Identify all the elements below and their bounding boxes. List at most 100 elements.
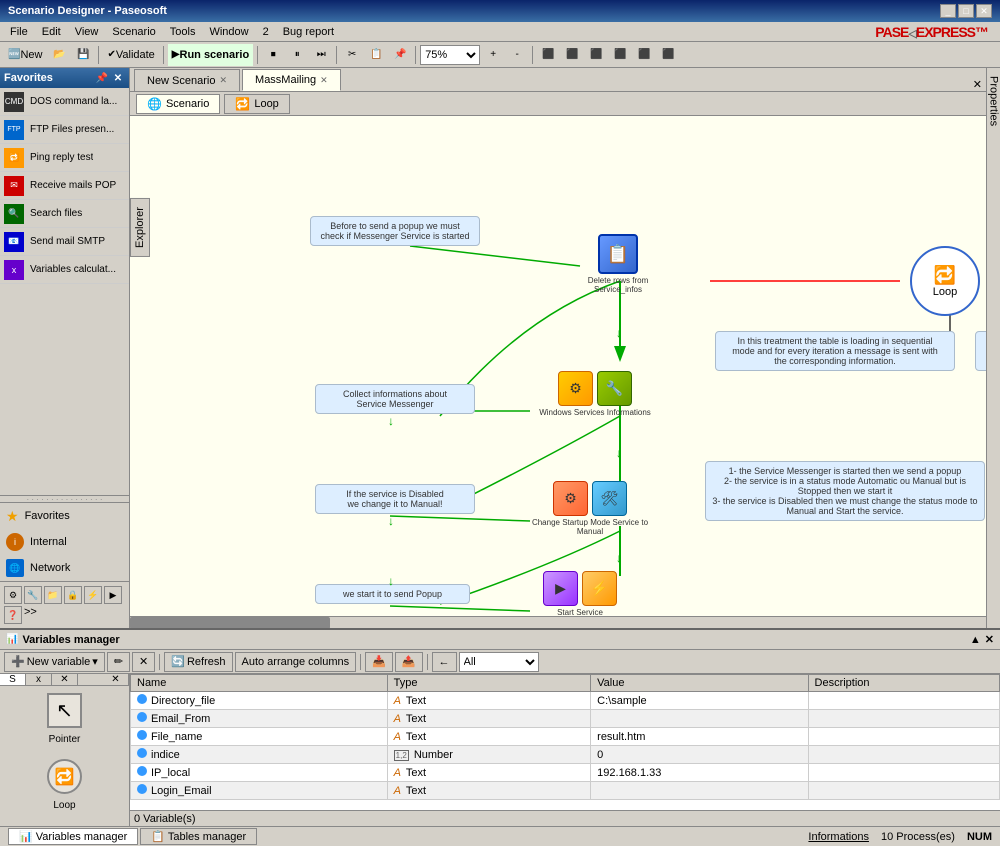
close-btn[interactable]: ✕ xyxy=(976,4,992,18)
fav-item-ftp[interactable]: FTP FTP Files presen... xyxy=(0,116,129,144)
section-internal[interactable]: i Internal xyxy=(0,529,129,555)
import-btn[interactable]: 📥 xyxy=(365,652,393,672)
table-row[interactable]: indice1,2 Number0 xyxy=(131,746,1000,764)
col-header-description[interactable]: Description xyxy=(808,675,999,692)
node-loop[interactable]: 🔁 Loop xyxy=(910,246,980,316)
tool-6[interactable]: ▶ xyxy=(104,586,122,604)
node-check-messenger[interactable]: Before to send a popup we mustcheck if M… xyxy=(310,216,480,246)
tool-4[interactable]: 🔒 xyxy=(64,586,82,604)
canvas-hscroll[interactable] xyxy=(130,616,986,628)
conn-pointer[interactable]: ↖ Pointer xyxy=(4,690,125,748)
tool-3[interactable]: 📁 xyxy=(44,586,62,604)
node-if-disabled[interactable]: If the service is Disabledwe change it t… xyxy=(315,484,475,514)
tool-7[interactable]: ❓ xyxy=(4,606,22,624)
paste-button[interactable]: 📌 xyxy=(389,44,411,66)
menu-view[interactable]: View xyxy=(69,24,105,40)
node-stop-loop[interactable]: To stop the loop yo...to define the last… xyxy=(975,331,986,371)
properties-panel[interactable]: Properties xyxy=(986,68,1000,628)
tab-tables-manager[interactable]: 📋 Tables manager xyxy=(140,828,257,845)
save-button[interactable]: 💾 xyxy=(72,44,94,66)
fav-divider[interactable]: · · · · · · · · · · · · · · · · xyxy=(0,495,129,503)
table-row[interactable]: Login_EmailA Text xyxy=(131,782,1000,800)
pointer-icon[interactable]: ↖ xyxy=(47,693,82,728)
node-collect-info[interactable]: Collect informations aboutService Messen… xyxy=(315,384,475,414)
favorites-close-btn[interactable]: ✕ xyxy=(111,71,125,85)
validate-button[interactable]: ✔ Validate xyxy=(103,44,158,66)
vars-table[interactable]: Name Type Value Description Directory_fi… xyxy=(130,674,1000,810)
loop-icon[interactable]: 🔁 xyxy=(47,759,82,794)
info-label[interactable]: Informations xyxy=(808,831,869,843)
export-btn[interactable]: 📤 xyxy=(395,652,423,672)
arrow-left-btn[interactable]: ← xyxy=(432,652,457,672)
tab-mass-mailing-close[interactable]: ✕ xyxy=(320,75,328,86)
restore-btn[interactable]: □ xyxy=(958,4,974,18)
new-variable-btn[interactable]: ➕ New variable ▾ xyxy=(4,652,105,672)
connector-tab-s[interactable]: S xyxy=(0,674,26,685)
vars-maximize-btn[interactable]: ▲ xyxy=(970,634,981,646)
fav-item-sendmail[interactable]: 📧 Send mail SMTP xyxy=(0,228,129,256)
menu-edit[interactable]: Edit xyxy=(36,24,67,40)
edit-variable-btn[interactable]: ✏ xyxy=(107,652,130,672)
delete-variable-btn[interactable]: ✕ xyxy=(132,652,155,672)
node-start-service[interactable]: ▶ ⚡ Start Service xyxy=(530,571,630,616)
connector-panel-close[interactable]: ✕ xyxy=(103,674,129,685)
tab-new-scenario[interactable]: New Scenario ✕ xyxy=(134,69,240,91)
fav-item-search[interactable]: 🔍 Search files xyxy=(0,200,129,228)
tool-2[interactable]: 🔧 xyxy=(24,586,42,604)
section-network[interactable]: 🌐 Network xyxy=(0,555,129,581)
cut-button[interactable]: ✂ xyxy=(341,44,363,66)
zoom-in-button[interactable]: + xyxy=(482,44,504,66)
canvas[interactable]: Before to send a popup we mustcheck if M… xyxy=(130,116,986,616)
fav-item-dos[interactable]: CMD DOS command la... xyxy=(0,88,129,116)
table-row[interactable]: File_nameA Textresult.htm xyxy=(131,728,1000,746)
connector-tab-x[interactable]: x xyxy=(26,674,52,685)
fav-item-receive[interactable]: ✉ Receive mails POP xyxy=(0,172,129,200)
toolbar-extra-6[interactable]: ⬛ xyxy=(657,44,679,66)
zoom-dropdown[interactable]: 75% 100% 50% xyxy=(420,45,480,65)
connector-tab-close[interactable]: ✕ xyxy=(52,674,78,685)
filter-dropdown[interactable]: All xyxy=(459,652,539,672)
node-delete-rows[interactable]: 📋 Delete rows fromService_infos xyxy=(578,234,658,294)
table-row[interactable]: Email_FromA Text xyxy=(131,710,1000,728)
menu-2[interactable]: 2 xyxy=(257,24,275,40)
toolbar-extra-2[interactable]: ⬛ xyxy=(561,44,583,66)
toolbar-extra-4[interactable]: ⬛ xyxy=(609,44,631,66)
refresh-btn[interactable]: 🔄 Refresh xyxy=(164,652,232,672)
zoom-out-button[interactable]: - xyxy=(506,44,528,66)
vars-close-btn[interactable]: ✕ xyxy=(985,633,994,646)
node-sequential[interactable]: In this treatment the table is loading i… xyxy=(715,331,955,371)
hscroll-thumb[interactable] xyxy=(130,617,330,628)
auto-arrange-btn[interactable]: Auto arrange columns xyxy=(235,652,357,672)
toolbar-extra-3[interactable]: ⬛ xyxy=(585,44,607,66)
col-header-value[interactable]: Value xyxy=(591,675,808,692)
fav-item-variables[interactable]: x Variables calculat... xyxy=(0,256,129,284)
toolbar-extra-5[interactable]: ⬛ xyxy=(633,44,655,66)
menu-scenario[interactable]: Scenario xyxy=(106,24,161,40)
conn-succeeded[interactable]: → Succeeded xyxy=(4,822,125,826)
tab-mass-mailing[interactable]: MassMailing ✕ xyxy=(242,69,341,91)
menu-tools[interactable]: Tools xyxy=(164,24,202,40)
pause-button[interactable]: ⏸ xyxy=(286,44,308,66)
explorer-tab[interactable]: Explorer xyxy=(130,198,150,257)
node-change-startup[interactable]: ⚙ 🛠 Change Startup Mode Service to Manua… xyxy=(525,481,655,536)
conn-loop[interactable]: 🔁 Loop xyxy=(4,756,125,814)
node-windows-services[interactable]: ⚙ 🔧 Windows Services Informations xyxy=(530,371,660,417)
fav-item-ping[interactable]: 🔁 Ping reply test xyxy=(0,144,129,172)
tab-new-scenario-close[interactable]: ✕ xyxy=(219,75,227,86)
col-header-name[interactable]: Name xyxy=(131,675,388,692)
col-header-type[interactable]: Type xyxy=(387,675,591,692)
menu-bug-report[interactable]: Bug report xyxy=(277,24,340,40)
tool-1[interactable]: ⚙ xyxy=(4,586,22,604)
tab-variables-manager[interactable]: 📊 Variables manager xyxy=(8,828,138,845)
run-button[interactable]: ▶ Run scenario xyxy=(168,44,253,66)
open-button[interactable]: 📂 xyxy=(48,44,70,66)
copy-button[interactable]: 📋 xyxy=(365,44,387,66)
menu-file[interactable]: File xyxy=(4,24,34,40)
tool-5[interactable]: ⚡ xyxy=(84,586,102,604)
favorites-pin-btn[interactable]: 📌 xyxy=(95,71,109,85)
tabs-close-btn[interactable]: ✕ xyxy=(973,78,986,91)
minimize-btn[interactable]: _ xyxy=(940,4,956,18)
node-service-status[interactable]: 1- the Service Messenger is started then… xyxy=(705,461,985,521)
canvas-tab-scenario[interactable]: 🌐 Scenario xyxy=(136,94,220,114)
menu-window[interactable]: Window xyxy=(203,24,254,40)
